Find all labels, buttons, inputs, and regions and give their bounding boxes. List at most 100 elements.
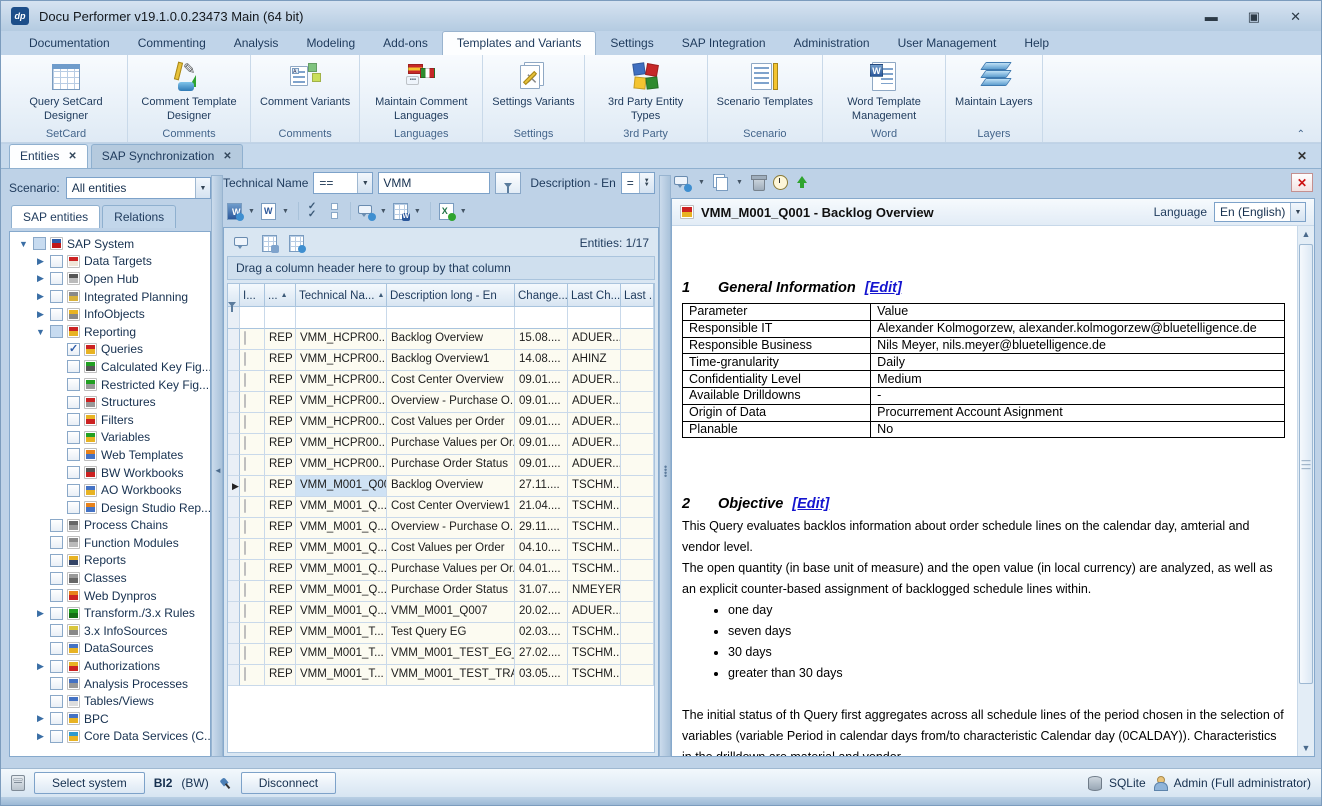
- technical-name-input[interactable]: [378, 172, 490, 194]
- column-header-last-ch-[interactable]: Last Ch...: [568, 284, 621, 307]
- entity-type-icon-cell[interactable]: [240, 455, 265, 476]
- entity-type[interactable]: REP: [265, 644, 296, 665]
- grid-save-icon[interactable]: [260, 234, 279, 253]
- last-changed-by[interactable]: ADUER...: [568, 329, 621, 350]
- maximize-icon[interactable]: ▣: [1248, 10, 1260, 23]
- tree-item-structures[interactable]: Structures: [10, 393, 210, 411]
- changed-date[interactable]: 20.02....: [515, 602, 568, 623]
- technical-name[interactable]: VMM_M001_Q...: [296, 581, 387, 602]
- check-all-icon[interactable]: ✓✓: [305, 202, 324, 221]
- tree-item-web-templates[interactable]: Web Templates: [10, 446, 210, 464]
- tree-item-sap-system[interactable]: ▼SAP System: [10, 235, 210, 253]
- tree-item-reports[interactable]: Reports: [10, 552, 210, 570]
- table-row[interactable]: REPVMM_HCPR00...Overview - Purchase O...…: [228, 392, 654, 413]
- entity-type-icon-cell[interactable]: [240, 497, 265, 518]
- word-generate-icon[interactable]: W: [225, 202, 244, 221]
- entity-type-icon-cell[interactable]: [240, 350, 265, 371]
- last-changed-by[interactable]: ADUER...: [568, 371, 621, 392]
- entity-type-icon-cell[interactable]: [240, 476, 265, 497]
- entity-type-icon-cell[interactable]: [240, 518, 265, 539]
- collapse-left-icon[interactable]: ◄: [214, 466, 222, 475]
- tree-checkbox[interactable]: [33, 237, 46, 250]
- operator-select[interactable]: == ▼: [313, 172, 373, 194]
- tree-checkbox[interactable]: [50, 677, 63, 690]
- ribbon-button-3rd-party-entity-types[interactable]: 3rd Party Entity Types3rd Party: [585, 55, 708, 142]
- history-icon[interactable]: [771, 173, 790, 192]
- tree-checkbox[interactable]: [67, 413, 80, 426]
- tree-item-authorizations[interactable]: ▶Authorizations: [10, 657, 210, 675]
- tree-item-restricted-key-fig-[interactable]: Restricted Key Fig...: [10, 376, 210, 394]
- entity-type-icon-cell[interactable]: [240, 602, 265, 623]
- technical-name[interactable]: VMM_HCPR00...: [296, 371, 387, 392]
- tree-item-ao-workbooks[interactable]: AO Workbooks: [10, 481, 210, 499]
- tree-item-datasources[interactable]: DataSources: [10, 640, 210, 658]
- description[interactable]: VMM_M001_TEST_TRA...: [387, 665, 515, 686]
- last-changed-by[interactable]: ADUER...: [568, 413, 621, 434]
- chevron-down-icon[interactable]: ▼: [1290, 203, 1305, 221]
- comment-bubble-icon[interactable]: [233, 234, 252, 253]
- tree-checkbox[interactable]: [50, 624, 63, 637]
- expander-icon[interactable]: ▶: [35, 309, 46, 320]
- column-header-last-[interactable]: Last ...: [621, 284, 654, 307]
- tree-item-function-modules[interactable]: Function Modules: [10, 534, 210, 552]
- entity-type-icon-cell[interactable]: [240, 329, 265, 350]
- tree-checkbox[interactable]: [50, 607, 63, 620]
- last-changed-by[interactable]: TSCHM...: [568, 623, 621, 644]
- ribbon-button-comment-template-designer[interactable]: ✎Comment Template DesignerComments: [128, 55, 251, 142]
- uncheck-all-icon[interactable]: [325, 202, 344, 221]
- entity-type[interactable]: REP: [265, 539, 296, 560]
- tree-item-open-hub[interactable]: ▶Open Hub: [10, 270, 210, 288]
- edit-link[interactable]: [Edit]: [865, 280, 902, 296]
- table-row[interactable]: REPVMM_M001_T...VMM_M001_TEST_TRA...03.0…: [228, 665, 654, 686]
- menu-item-commenting[interactable]: Commenting: [124, 32, 220, 55]
- expander-icon[interactable]: ▶: [35, 291, 46, 302]
- changed-date[interactable]: 09.01....: [515, 434, 568, 455]
- expander-icon[interactable]: ▶: [35, 273, 46, 284]
- filter-row[interactable]: [228, 307, 654, 329]
- tree-checkbox[interactable]: [67, 484, 80, 497]
- description[interactable]: Cost Values per Order: [387, 413, 515, 434]
- expander-icon[interactable]: ▶: [35, 256, 46, 267]
- tree-item-3-x-infosources[interactable]: 3.x InfoSources: [10, 622, 210, 640]
- expander-icon[interactable]: ▶: [35, 608, 46, 619]
- last-changed-by[interactable]: AHINZ: [568, 350, 621, 371]
- filter-cell[interactable]: [621, 307, 654, 329]
- row-indicator[interactable]: [228, 329, 240, 350]
- chevron-down-icon[interactable]: ▼: [195, 178, 210, 198]
- changed-date[interactable]: 09.01....: [515, 392, 568, 413]
- filter-cell[interactable]: [296, 307, 387, 329]
- technical-name[interactable]: VMM_M001_T...: [296, 644, 387, 665]
- column-header-description-long-en[interactable]: Description long - En: [387, 284, 515, 307]
- description[interactable]: VMM_M001_Q007: [387, 602, 515, 623]
- entity-type-icon-cell[interactable]: [240, 644, 265, 665]
- tab-entities[interactable]: Entities✕: [9, 144, 88, 168]
- technical-name[interactable]: VMM_HCPR00...: [296, 455, 387, 476]
- technical-name[interactable]: VMM_M001_Q...: [296, 560, 387, 581]
- tree-item-queries[interactable]: Queries: [10, 341, 210, 359]
- last-changed-by[interactable]: TSCHM...: [568, 665, 621, 686]
- entity-type[interactable]: REP: [265, 665, 296, 686]
- filter-cell[interactable]: [568, 307, 621, 329]
- edit-link[interactable]: [Edit]: [792, 496, 829, 512]
- filter-cell[interactable]: [265, 307, 296, 329]
- chevron-down-icon[interactable]: ▼: [377, 208, 390, 215]
- description[interactable]: Overview - Purchase O...: [387, 392, 515, 413]
- entity-type[interactable]: REP: [265, 560, 296, 581]
- technical-name[interactable]: VMM_HCPR00...: [296, 329, 387, 350]
- technical-name[interactable]: VMM_M001_Q...: [296, 539, 387, 560]
- tree-item-filters[interactable]: Filters: [10, 411, 210, 429]
- tree-item-tables-views[interactable]: Tables/Views: [10, 692, 210, 710]
- tree-checkbox[interactable]: [50, 730, 63, 743]
- entity-type[interactable]: REP: [265, 329, 296, 350]
- scroll-up-icon[interactable]: ▲: [1298, 226, 1314, 242]
- table-row[interactable]: REPVMM_HCPR00...Backlog Overview15.08...…: [228, 329, 654, 350]
- last-extra[interactable]: [621, 413, 654, 434]
- table-row[interactable]: ▶REPVMM_M001_Q001Backlog Overview27.11..…: [228, 476, 654, 497]
- tree-checkbox[interactable]: [50, 572, 63, 585]
- tree-item-variables[interactable]: Variables: [10, 429, 210, 447]
- description[interactable]: Test Query EG: [387, 623, 515, 644]
- menu-item-user-management[interactable]: User Management: [884, 32, 1011, 55]
- last-changed-by[interactable]: ADUER...: [568, 602, 621, 623]
- word-single-icon[interactable]: W: [259, 202, 278, 221]
- table-row[interactable]: REPVMM_M001_Q...Overview - Purchase O...…: [228, 518, 654, 539]
